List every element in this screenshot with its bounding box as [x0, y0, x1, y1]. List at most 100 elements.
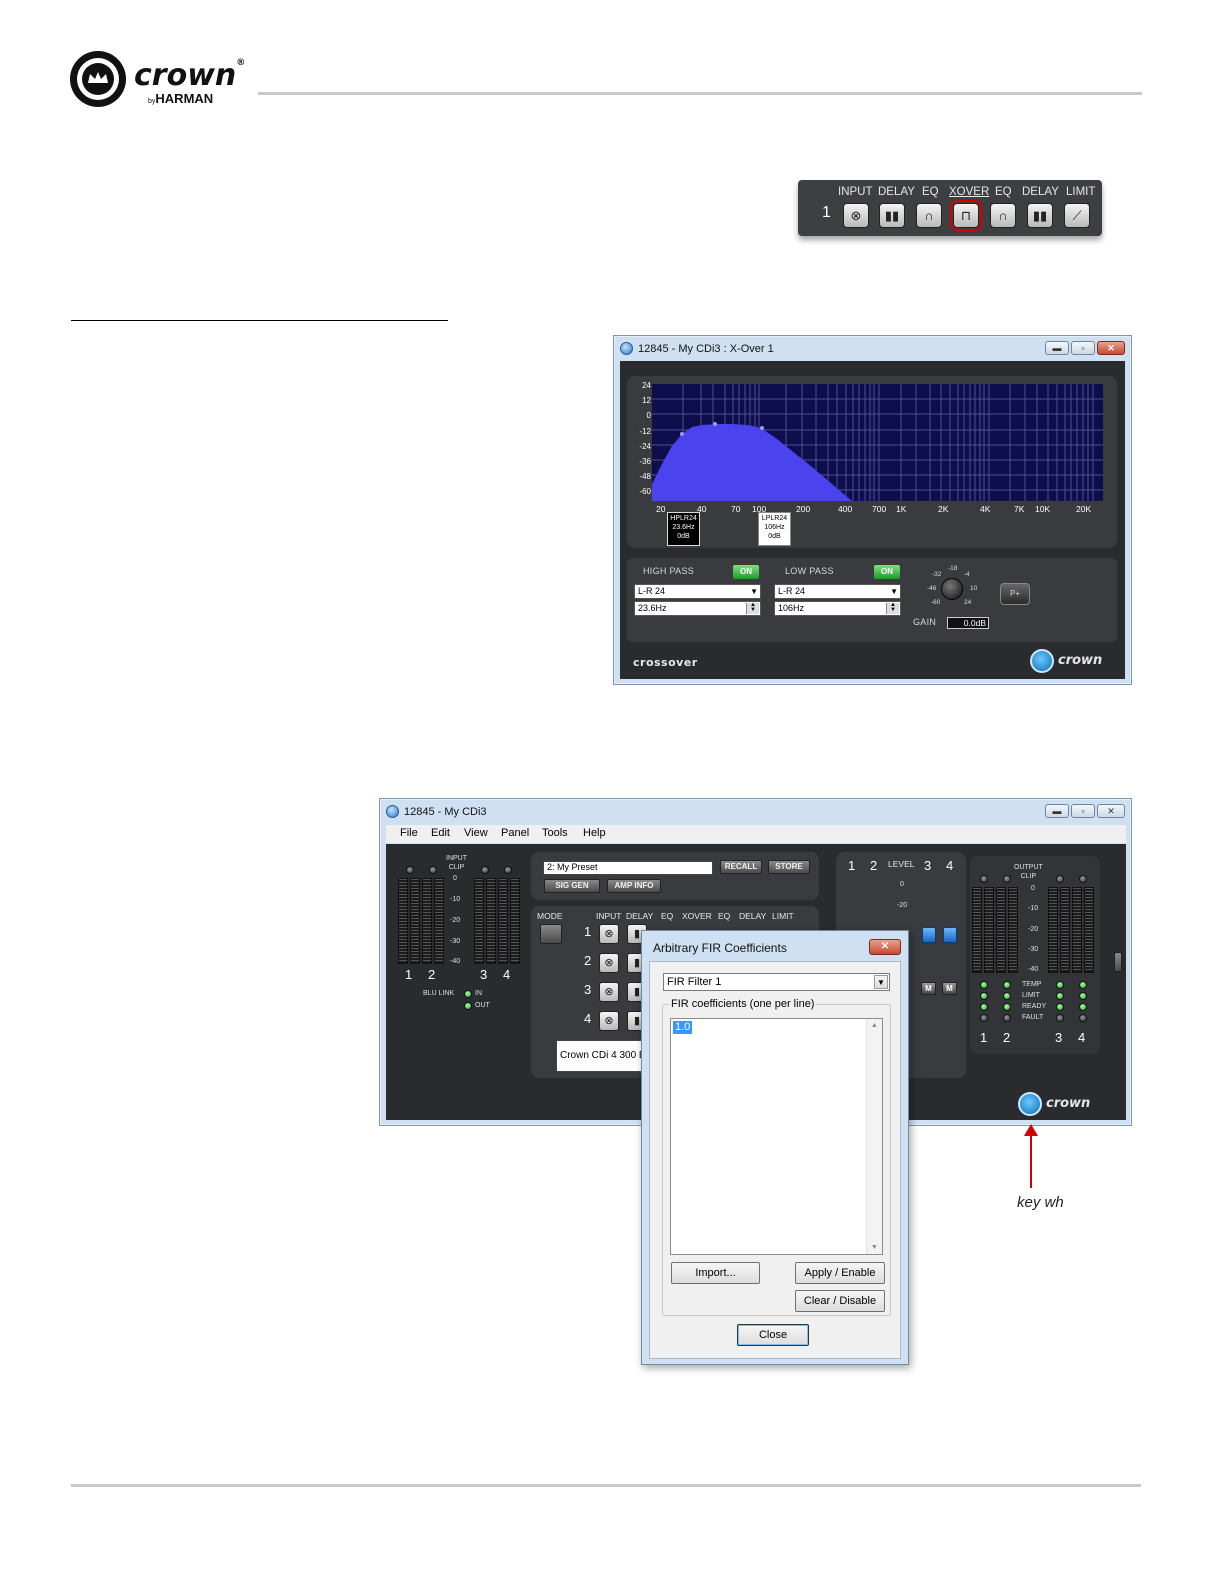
fader-3[interactable]	[922, 927, 936, 943]
high-pass-type-select[interactable]: L-R 24 ▼	[634, 584, 761, 599]
row-3-input-icon[interactable]: ⊗	[599, 982, 619, 1002]
input-scale-tick: -20	[450, 917, 461, 924]
minimize-button[interactable]: ▬	[1045, 341, 1069, 355]
crown-logo-emblem	[70, 51, 126, 107]
maximize-button[interactable]: ▫	[1071, 804, 1095, 818]
mute-button-4[interactable]: M	[942, 982, 957, 995]
recall-button[interactable]: RECALL	[720, 860, 762, 874]
close-button[interactable]: Close	[737, 1324, 809, 1346]
eq-block-icon-2[interactable]: ∩	[990, 203, 1016, 228]
menu-panel[interactable]: Panel	[501, 827, 529, 839]
input-scale-tick: -10	[450, 896, 461, 903]
strip-label-eq-2: EQ	[995, 186, 1012, 198]
delay-block-icon-2[interactable]: ▮▮	[1027, 203, 1053, 228]
row-header: DELAY	[626, 911, 654, 921]
menu-bar: File Edit View Panel Tools Help	[386, 825, 1126, 843]
x-tick: 10K	[1035, 504, 1051, 514]
menu-tools[interactable]: Tools	[542, 827, 568, 839]
lp-filter-tag[interactable]: LPLR24 106Hz 0dB	[758, 512, 791, 546]
maximize-button[interactable]: ▫	[1071, 341, 1095, 355]
harman-logo: byHARMAN	[148, 91, 214, 106]
strip-label-delay-2: DELAY	[1022, 186, 1059, 198]
device-window-title: 12845 - My CDi3	[404, 806, 487, 818]
level-channel: 3	[924, 858, 932, 873]
output-scale-tick: -10	[1028, 905, 1039, 912]
knob-tick: -60	[931, 599, 941, 606]
textarea-scrollbar[interactable]: ▲ ▼	[866, 1019, 882, 1254]
limit-block-icon[interactable]: ⟋	[1064, 203, 1090, 228]
input-meter-2a	[422, 878, 432, 964]
device-titlebar: 12845 - My CDi3 ▬ ▫ ✕	[380, 799, 1131, 825]
row-4-input-icon[interactable]: ⊗	[599, 1011, 619, 1031]
ready-led-1	[980, 1003, 988, 1011]
output-scale-tick: 0	[1031, 885, 1035, 892]
strip-label-delay: DELAY	[878, 186, 915, 198]
input-meter-3a	[474, 878, 484, 964]
row-number: 1	[584, 924, 592, 939]
mode-button[interactable]	[540, 924, 562, 944]
blu-in-label: IN	[475, 990, 482, 997]
ready-led-2	[1003, 1003, 1011, 1011]
mute-button-3[interactable]: M	[921, 982, 936, 995]
fir-filter-select[interactable]: FIR Filter 1 ▼	[663, 973, 890, 991]
knob-tick: 24	[964, 599, 972, 606]
low-pass-type-select[interactable]: L-R 24 ▼	[774, 584, 901, 599]
row-1-input-icon[interactable]: ⊗	[599, 924, 619, 944]
blu-in-led	[464, 990, 472, 998]
row-header: INPUT	[596, 911, 622, 921]
store-button[interactable]: STORE	[768, 860, 810, 874]
coefficient-text: 1.0	[673, 1021, 693, 1034]
close-button[interactable]: ✕	[1097, 804, 1125, 818]
input-block-icon[interactable]: ⊗	[843, 203, 869, 228]
row-2-input-icon[interactable]: ⊗	[599, 953, 619, 973]
menu-edit[interactable]: Edit	[431, 827, 450, 839]
apply-enable-button[interactable]: Apply / Enable	[795, 1262, 885, 1284]
fader-4[interactable]	[943, 927, 957, 943]
menu-view[interactable]: View	[464, 827, 488, 839]
input-channel-3: 3	[480, 967, 488, 982]
minimize-button[interactable]: ▬	[1045, 804, 1069, 818]
y-tick: -24	[639, 442, 651, 451]
high-pass-freq-input[interactable]: 23.6Hz ▲ ▼	[634, 601, 761, 616]
strip-label-input: INPUT	[838, 186, 873, 198]
crown-logo-word: crown®	[134, 58, 246, 93]
low-pass-on-toggle[interactable]: ON	[874, 565, 900, 579]
strip-label-xover: XOVER	[949, 186, 990, 198]
amp-info-button[interactable]: AMP INFO	[607, 879, 661, 893]
crossover-footer-label: crossover	[633, 656, 698, 669]
y-tick: -60	[639, 487, 651, 496]
xover-block-icon[interactable]: ⊓	[950, 200, 982, 231]
import-button[interactable]: Import...	[671, 1262, 760, 1284]
level-channel: 1	[848, 858, 856, 873]
fir-close-x-button[interactable]: ✕	[869, 939, 901, 955]
polarity-button[interactable]: P+	[1000, 583, 1030, 605]
gain-knob[interactable]	[941, 578, 963, 600]
crown-badge-icon[interactable]	[1018, 1092, 1042, 1116]
side-expand-handle[interactable]	[1114, 952, 1122, 972]
delay-block-icon[interactable]: ▮▮	[879, 203, 905, 228]
app-icon	[386, 805, 399, 818]
limit-led-2	[1003, 992, 1011, 1000]
clear-disable-button[interactable]: Clear / Disable	[795, 1290, 885, 1312]
high-pass-on-toggle[interactable]: ON	[733, 565, 759, 579]
blu-out-label: OUT	[475, 1002, 490, 1009]
sig-gen-button[interactable]: SIG GEN	[544, 879, 600, 893]
eq-block-icon[interactable]: ∩	[916, 203, 942, 228]
menu-file[interactable]: File	[400, 827, 418, 839]
row-header: LIMIT	[772, 911, 794, 921]
menu-help[interactable]: Help	[583, 827, 606, 839]
output-channel-4: 4	[1078, 1030, 1086, 1045]
input-scale-tick: 0	[453, 875, 457, 882]
preset-field[interactable]: 2: My Preset	[543, 861, 713, 875]
low-pass-freq-input[interactable]: 106Hz ▲ ▼	[774, 601, 901, 616]
low-pass-label: LOW PASS	[785, 566, 834, 576]
output-scale-tick: -20	[1028, 926, 1039, 933]
fir-coefficients-textarea[interactable]: 1.0 ▲ ▼	[670, 1018, 883, 1255]
level-scale-tick: -20	[897, 902, 908, 909]
frequency-response-graph[interactable]	[652, 384, 1103, 501]
gain-value-field[interactable]: 0.0dB	[947, 617, 989, 629]
hp-filter-tag[interactable]: HPLR24 23.6Hz 0dB	[667, 512, 700, 546]
blu-link-label: BLU LINK	[423, 990, 455, 997]
y-tick: 24	[642, 381, 651, 390]
close-button[interactable]: ✕	[1097, 341, 1125, 355]
